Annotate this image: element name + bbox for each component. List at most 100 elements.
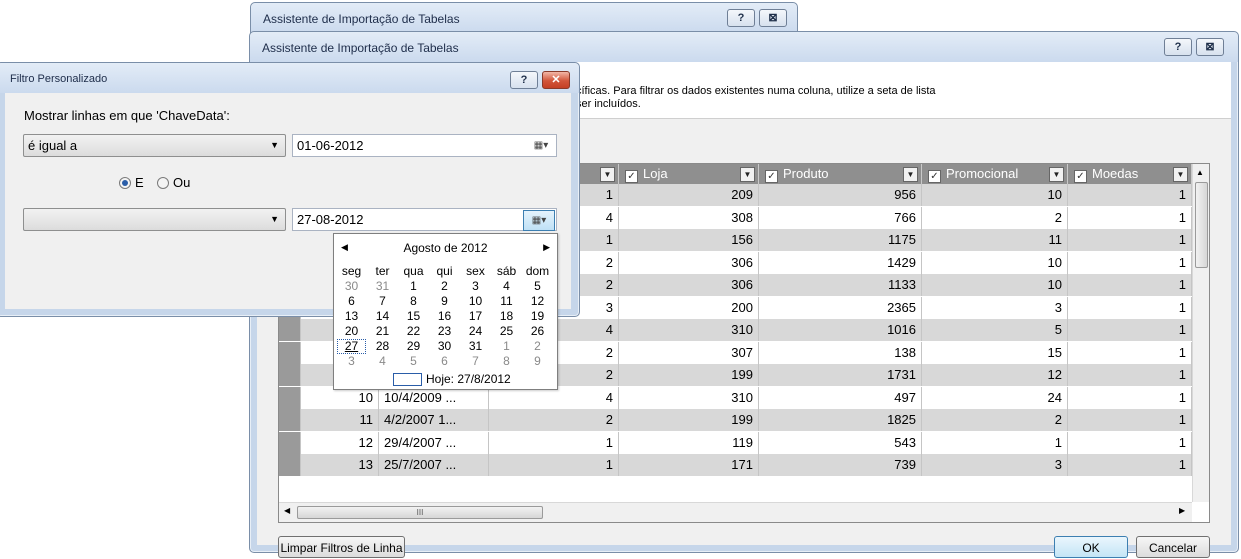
operator1-select[interactable]: é igual a ▼	[23, 134, 286, 157]
calendar-day[interactable]: 25	[491, 324, 522, 339]
calendar-day[interactable]: 3	[460, 279, 491, 294]
column-dropdown-icon[interactable]: ▼	[1049, 167, 1064, 182]
calendar-day[interactable]: 13	[336, 309, 367, 324]
checkbox-icon[interactable]: ✓	[625, 170, 638, 183]
calendar-day[interactable]: 12	[522, 294, 553, 309]
row-selector[interactable]	[279, 341, 301, 364]
calendar-day[interactable]: 17	[460, 309, 491, 324]
back-help-button[interactable]: ?	[727, 9, 755, 27]
calendar-day[interactable]: 9	[522, 354, 553, 369]
calendar-day[interactable]: 24	[460, 324, 491, 339]
value2-date-field[interactable]: 27-08-2012 ▦▾	[292, 208, 557, 231]
column-header-produto[interactable]: ✓ Produto ▼	[759, 164, 922, 184]
calendar-icon[interactable]: ▦▾	[523, 210, 555, 231]
radio-and[interactable]	[119, 177, 131, 189]
scroll-left-arrow-icon[interactable]: ◀	[284, 506, 290, 515]
calendar-day[interactable]: 1	[398, 279, 429, 294]
row-selector[interactable]	[279, 364, 301, 386]
filter-title: Filtro Personalizado	[10, 73, 108, 85]
row-selector[interactable]	[279, 386, 301, 409]
scroll-right-arrow-icon[interactable]: ▶	[1179, 506, 1185, 515]
calendar-day[interactable]: 22	[398, 324, 429, 339]
table-row[interactable]: 11 4/2/2007 1... 2 199 1825 2 1	[279, 409, 1192, 431]
table-cell: 1	[1068, 274, 1192, 296]
row-selector[interactable]	[279, 319, 301, 341]
column-dropdown-icon[interactable]: ▼	[600, 167, 615, 182]
table-row[interactable]: 13 25/7/2007 ... 1 171 739 3 1	[279, 454, 1192, 476]
operator1-value: é igual a	[28, 138, 78, 153]
horizontal-scrollbar[interactable]: ◀ III ▶	[279, 502, 1192, 522]
column-dropdown-icon[interactable]: ▼	[1173, 167, 1188, 182]
calendar-icon[interactable]: ▦▾	[530, 138, 552, 153]
calendar-day[interactable]: 6	[336, 294, 367, 309]
calendar-day[interactable]: 5	[398, 354, 429, 369]
radio-or[interactable]	[157, 177, 169, 189]
calendar-day[interactable]: 3	[336, 354, 367, 369]
calendar-day[interactable]: 31	[367, 279, 398, 294]
checkbox-icon[interactable]: ✓	[928, 170, 941, 183]
calendar-day[interactable]: 11	[491, 294, 522, 309]
calendar-day[interactable]: 20	[336, 324, 367, 339]
scroll-up-arrow-icon[interactable]: ▲	[1196, 168, 1204, 177]
vertical-scrollbar[interactable]: ▲	[1192, 164, 1209, 502]
table-cell: 10	[922, 184, 1068, 206]
calendar-day[interactable]: 10	[460, 294, 491, 309]
filter-help-button[interactable]: ?	[510, 71, 538, 89]
date-picker-calendar[interactable]: ◀ Agosto de 2012 ▶ seg ter qua qui sex sáb dom…	[333, 233, 558, 390]
table-cell: 11	[922, 229, 1068, 251]
row-selector[interactable]	[279, 431, 301, 454]
wizard-help-button[interactable]: ?	[1164, 38, 1192, 56]
calendar-month-label[interactable]: Agosto de 2012	[334, 241, 557, 255]
table-cell: 310	[619, 319, 759, 341]
calendar-day[interactable]: 9	[429, 294, 460, 309]
calendar-day[interactable]: 18	[491, 309, 522, 324]
calendar-day[interactable]: 30	[429, 339, 460, 354]
calendar-day[interactable]: 27	[337, 339, 366, 354]
calendar-day[interactable]: 14	[367, 309, 398, 324]
calendar-day[interactable]: 1	[491, 339, 522, 354]
calendar-day[interactable]: 31	[460, 339, 491, 354]
table-cell: 24	[922, 386, 1068, 409]
column-header-loja[interactable]: ✓ Loja ▼	[619, 164, 759, 184]
table-cell: 138	[759, 341, 922, 364]
calendar-day[interactable]: 4	[491, 279, 522, 294]
row-selector[interactable]	[279, 409, 301, 431]
calendar-day[interactable]: 16	[429, 309, 460, 324]
checkbox-icon[interactable]: ✓	[1074, 170, 1087, 183]
column-dropdown-icon[interactable]: ▼	[903, 167, 918, 182]
calendar-day[interactable]: 2	[522, 339, 553, 354]
column-dropdown-icon[interactable]: ▼	[740, 167, 755, 182]
horizontal-scroll-thumb[interactable]: III	[297, 506, 543, 519]
calendar-day[interactable]: 7	[460, 354, 491, 369]
calendar-day[interactable]: 19	[522, 309, 553, 324]
calendar-day[interactable]: 4	[367, 354, 398, 369]
value1-date-field[interactable]: 01-06-2012 ▦▾	[292, 134, 557, 157]
calendar-day[interactable]: 29	[398, 339, 429, 354]
calendar-day[interactable]: 6	[429, 354, 460, 369]
calendar-day[interactable]: 7	[367, 294, 398, 309]
checkbox-icon[interactable]: ✓	[765, 170, 778, 183]
calendar-day[interactable]: 8	[398, 294, 429, 309]
operator2-select[interactable]: ▼	[23, 208, 286, 231]
table-row[interactable]: 12 29/4/2007 ... 1 119 543 1 1	[279, 431, 1192, 454]
filter-close-button[interactable]: ✕	[542, 71, 570, 89]
next-month-arrow-icon[interactable]: ▶	[543, 242, 550, 253]
column-header-promocional[interactable]: ✓ Promocional ▼	[922, 164, 1068, 184]
wizard-close-button[interactable]: ⊠	[1196, 38, 1224, 56]
back-close-button[interactable]: ⊠	[759, 9, 787, 27]
table-cell: 1	[1068, 386, 1192, 409]
vertical-scroll-thumb[interactable]	[1195, 182, 1208, 268]
column-header-moedas[interactable]: ✓ Moedas ▼	[1068, 164, 1192, 184]
calendar-day[interactable]: 28	[367, 339, 398, 354]
calendar-day[interactable]: 8	[491, 354, 522, 369]
table-cell: 1	[1068, 184, 1192, 206]
calendar-day[interactable]: 26	[522, 324, 553, 339]
calendar-day[interactable]: 30	[336, 279, 367, 294]
calendar-day[interactable]: 5	[522, 279, 553, 294]
calendar-day[interactable]: 15	[398, 309, 429, 324]
row-selector[interactable]	[279, 454, 301, 476]
today-link[interactable]: Hoje: 27/8/2012	[426, 372, 511, 386]
calendar-day[interactable]: 2	[429, 279, 460, 294]
calendar-day[interactable]: 21	[367, 324, 398, 339]
calendar-day[interactable]: 23	[429, 324, 460, 339]
